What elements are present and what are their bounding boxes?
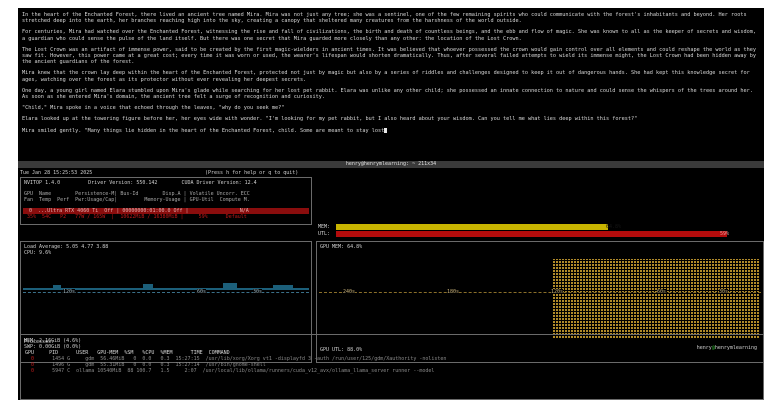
driver-version: Driver Version: 550.142: [88, 180, 158, 186]
utilization-bar: UTL: 59%: [316, 231, 756, 237]
utilization-bar-fill: [336, 231, 727, 237]
terminal-title: henry@henrymlearning: ~ 211x34: [345, 161, 437, 167]
datetime: Tue Jan 28 15:25:53 2025: [20, 170, 93, 176]
cpu-percent: CPU: 9.6%: [24, 250, 52, 256]
gpu-header-table: NVITOP 1.4.0 Driver Version: 550.142 CUD…: [20, 177, 312, 225]
user-host: henry@henrymlearning: [696, 345, 757, 351]
table-row[interactable]: 0 5947 C ollama 10540MiB 88 100.7 1.5 2:…: [25, 368, 446, 374]
memory-bar: MEM: 64.8%: [316, 224, 756, 230]
gpu-axis-180s: 180s: [447, 289, 460, 295]
help-hint: (Press h for help or q to quit): [205, 170, 299, 176]
utilization-bar-label: UTL:: [318, 231, 331, 237]
nvtop-monitor[interactable]: Tue Jan 28 15:25:53 2025 (Press h for he…: [18, 169, 764, 400]
cpu-axis-120s: 120s: [63, 289, 76, 295]
story-last-line: Mira smiled gently. "Many things lie hid…: [22, 127, 760, 134]
story-paragraph: For centuries, Mira had watched over the…: [22, 29, 756, 42]
terminal-titlebar[interactable]: henry@henrymlearning: ~ 211x34: [18, 161, 764, 168]
memory-bar-label: MEM:: [318, 224, 331, 230]
gpu-memory-sparkline: [553, 259, 759, 292]
nvtop-version: NVITOP 1.4.0: [24, 180, 61, 186]
story-paragraph: One day, a young girl named Elara stumbl…: [22, 87, 753, 101]
story-paragraph: In the heart of the Enchanted Forest, th…: [22, 12, 747, 25]
cpu-axis-60s: 60s: [197, 289, 207, 295]
gpu-row-2: 35% 54C P2 77W / 165W | 10622MiB / 16380…: [24, 214, 247, 220]
utilization-bar-value: 59%: [720, 231, 730, 237]
story-paragraph: Mira knew that the crown lay deep within…: [22, 70, 750, 83]
header-columns-2: Fan Temp Perf Pwr:Usage/Cap| Memory-Usag…: [24, 197, 250, 203]
story-paragraph: "Child," Mira spoke in a voice that echo…: [22, 105, 285, 112]
gpu-axis-240s: 240s: [343, 289, 356, 295]
story-terminal[interactable]: In the heart of the Enchanted Forest, th…: [22, 12, 760, 162]
memory-bar-value: 64.8%: [606, 224, 622, 230]
process-table: GPU PID USER GPU-MEM %SM %CPU %MEM TIME …: [25, 350, 446, 374]
cuda-version: CUDA Driver Version: 12.4: [181, 180, 257, 186]
story-paragraph: The Lost Crown was an artifact of immens…: [22, 46, 756, 66]
processes-title: Processes:: [24, 339, 55, 345]
cpu-axis-30s: 30s: [253, 289, 263, 295]
gpu-memory-history-label: GPU MEM: 64.8%: [320, 244, 363, 250]
story-paragraph: Elara looked up at the towering figure b…: [22, 116, 638, 123]
screenshot: In the heart of the Enchanted Forest, th…: [18, 8, 764, 400]
memory-bar-fill: [336, 224, 608, 230]
process-panel: Processes: henry@henrymlearning GPU PID …: [20, 334, 764, 400]
gpu-utilization-sparkline: [553, 294, 759, 338]
nvtop-status-line: Tue Jan 28 15:25:53 2025 (Press h for he…: [20, 170, 764, 176]
text-cursor: [384, 127, 388, 133]
